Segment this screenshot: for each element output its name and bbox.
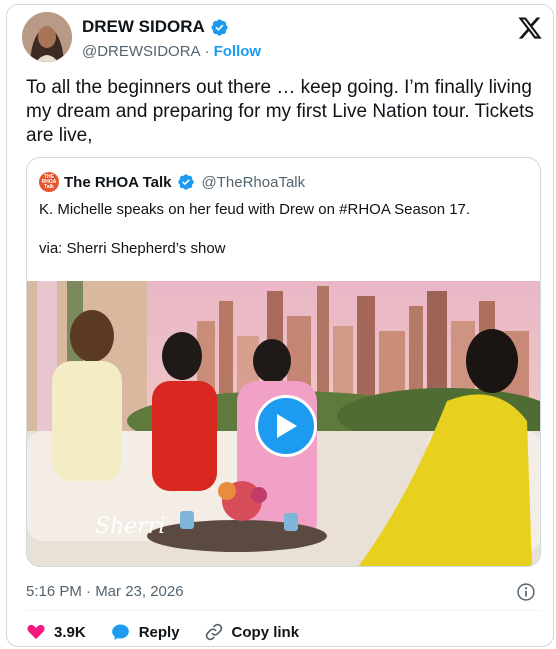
- quoted-author-row: THE RHOA Talk The RHOA Talk @TheRhoaTalk: [39, 172, 305, 192]
- tweet-timestamp[interactable]: 5:16 PM · Mar 23, 2026: [26, 583, 184, 600]
- action-bar: 3.9K Reply Copy link: [26, 622, 323, 642]
- author-name-row: DREW SIDORA: [82, 17, 229, 37]
- like-count: 3.9K: [54, 623, 86, 641]
- video-watermark: Sherri: [95, 514, 165, 539]
- quoted-tweet-via: via: Sherri Shepherd’s show: [39, 240, 226, 257]
- copy-link-label: Copy link: [231, 623, 300, 641]
- reply-icon: [111, 624, 129, 640]
- play-button[interactable]: [255, 395, 317, 457]
- quoted-author-avatar: THE RHOA Talk: [39, 172, 59, 192]
- tweet-card: DREW SIDORA @DREWSIDORA · Follow To all …: [6, 4, 554, 647]
- quoted-author-name: The RHOA Talk: [64, 173, 172, 191]
- info-icon[interactable]: [516, 582, 536, 602]
- author-name[interactable]: DREW SIDORA: [82, 17, 205, 37]
- video-thumbnail[interactable]: Sherri: [27, 281, 540, 566]
- tweet-text: To all the beginners out there … keep go…: [26, 77, 534, 146]
- follow-button[interactable]: Follow: [214, 43, 262, 60]
- author-avatar[interactable]: [22, 12, 72, 62]
- reply-label: Reply: [138, 623, 180, 641]
- play-icon: [277, 414, 297, 438]
- like-button[interactable]: 3.9K: [26, 622, 86, 642]
- verified-badge-icon: [211, 18, 228, 36]
- reply-button[interactable]: Reply: [110, 622, 180, 642]
- divider: [26, 610, 541, 611]
- quoted-tweet[interactable]: THE RHOA Talk The RHOA Talk @TheRhoaTalk…: [26, 157, 541, 567]
- heart-icon: [27, 624, 45, 640]
- link-icon: [205, 623, 222, 641]
- quoted-tweet-text: K. Michelle speaks on her feud with Drew…: [39, 201, 471, 218]
- verified-badge-icon: [177, 174, 194, 190]
- quoted-author-handle: @TheRhoaTalk: [201, 173, 306, 191]
- author-handle-row: @DREWSIDORA · Follow: [82, 43, 261, 60]
- copy-link-button[interactable]: Copy link: [204, 622, 300, 642]
- author-handle[interactable]: @DREWSIDORA: [82, 43, 201, 60]
- handle-separator: ·: [204, 43, 210, 60]
- x-logo-icon[interactable]: [517, 15, 543, 41]
